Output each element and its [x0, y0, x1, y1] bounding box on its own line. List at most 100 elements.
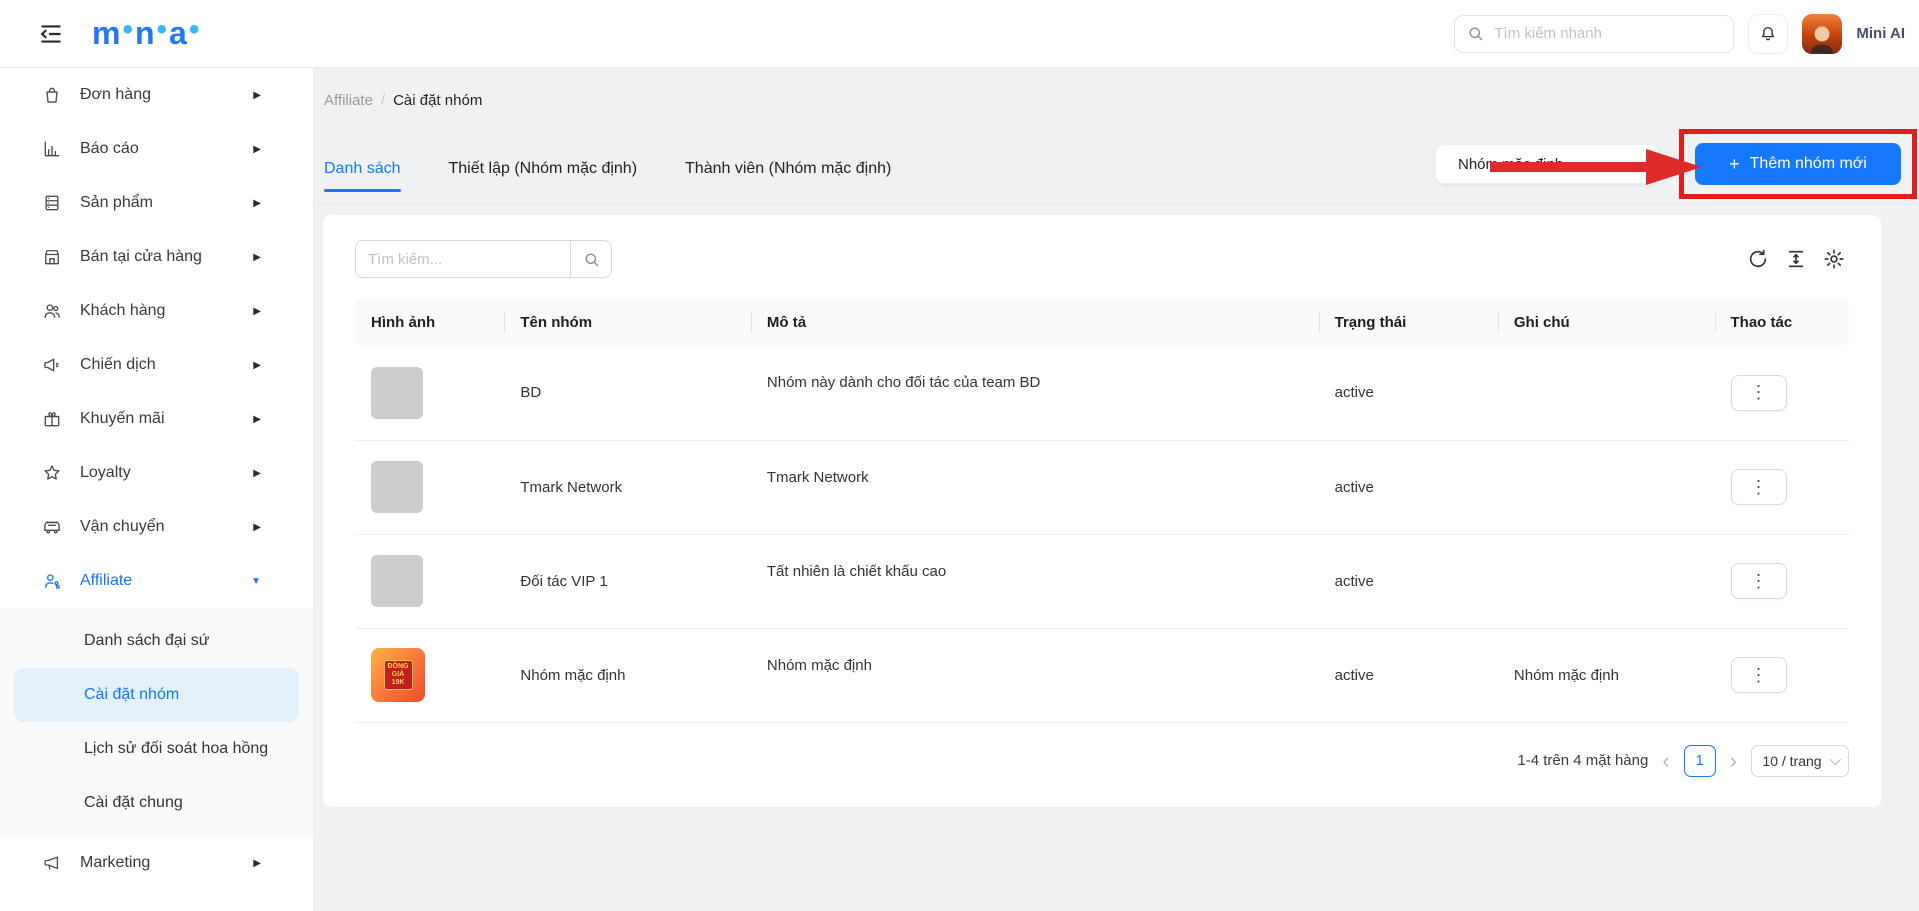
- user-name[interactable]: Mini AI: [1856, 25, 1905, 42]
- group-note: [1498, 440, 1715, 534]
- caret-right-icon: ▶: [253, 360, 261, 371]
- group-note: [1498, 346, 1715, 440]
- caret-down-icon: ▼: [251, 576, 261, 587]
- row-actions-button[interactable]: ⋮: [1731, 469, 1787, 505]
- caret-right-icon: ▶: [253, 522, 261, 533]
- tab-thiet-lap-nhom-mac-dinh[interactable]: Thiết lập (Nhóm mặc định): [449, 146, 638, 192]
- sidebar-item-san-pham[interactable]: Sản phẩm ▶: [0, 176, 313, 230]
- sidebar-item-khach-hang[interactable]: Khách hàng ▶: [0, 284, 313, 338]
- sidebar-item-label: Marketing: [80, 854, 150, 872]
- sidebar-item-label: Khuyến mãi: [80, 410, 165, 428]
- sidebar-subitem-label: Cài đặt chung: [84, 794, 183, 812]
- chevron-down-icon: [1829, 753, 1840, 764]
- groups-table: Hình ảnhTên nhómMô tảTrạng tháiGhi chúTh…: [355, 298, 1849, 723]
- sidebar-item-label: Sản phẩm: [80, 194, 153, 212]
- group-note: Nhóm mặc định: [1498, 628, 1715, 722]
- caret-right-icon: ▶: [253, 90, 261, 101]
- sidebar-item-chien-dich[interactable]: Chiến dịch ▶: [0, 338, 313, 392]
- global-search-input[interactable]: [1494, 25, 1721, 42]
- row-actions-button[interactable]: ⋮: [1731, 563, 1787, 599]
- group-name: BD: [504, 346, 751, 440]
- sidebar-subitem-danh-sach-dai-su[interactable]: Danh sách đại sứ: [0, 614, 313, 668]
- sidebar-subitem-lich-su-doi-soat-hoa-hong[interactable]: Lịch sử đối soát hoa hồng: [0, 722, 313, 776]
- campaign-icon: [42, 355, 62, 375]
- pagination-page-1[interactable]: 1: [1684, 745, 1716, 777]
- caret-right-icon: ▶: [253, 198, 261, 209]
- page-size-select[interactable]: 10 / trang: [1751, 745, 1849, 777]
- user-avatar[interactable]: [1802, 14, 1842, 54]
- group-thumbnail-placeholder: [371, 461, 423, 513]
- sidebar-item-label: Chiến dịch: [80, 356, 156, 374]
- chart-icon: [42, 139, 62, 159]
- group-status: active: [1319, 534, 1498, 628]
- column-header-hinh-anh: Hình ảnh: [355, 298, 504, 346]
- sidebar-item-van-chuyen[interactable]: Vận chuyển ▶: [0, 500, 313, 554]
- table-row: Đối tác VIP 1 Tất nhiên là chiết khấu ca…: [355, 534, 1849, 628]
- sidebar-item-label: Affiliate: [80, 572, 132, 590]
- refresh-icon[interactable]: [1747, 248, 1769, 270]
- row-height-icon[interactable]: [1785, 248, 1807, 270]
- menu-collapse-icon[interactable]: [38, 21, 64, 47]
- group-name: Đối tác VIP 1: [504, 534, 751, 628]
- sidebar-item-ban-tai-cua-hang[interactable]: Bán tại cửa hàng ▶: [0, 230, 313, 284]
- sidebar-subitem-cai-dat-chung[interactable]: Cài đặt chung: [0, 776, 313, 830]
- column-header-ghi-chu: Ghi chú: [1498, 298, 1715, 346]
- group-description: Nhóm này dành cho đối tác của team BD: [767, 374, 1303, 391]
- column-header-ten-nhom: Tên nhóm: [504, 298, 751, 346]
- notifications-button[interactable]: [1748, 14, 1788, 54]
- pagination-summary: 1-4 trên 4 mặt hàng: [1517, 752, 1648, 769]
- search-icon: [583, 251, 600, 268]
- pagination-prev-icon[interactable]: ‹: [1660, 751, 1671, 771]
- settings-gear-icon[interactable]: [1823, 248, 1845, 270]
- tab-danh-sach[interactable]: Danh sách: [324, 146, 401, 192]
- row-actions-button[interactable]: ⋮: [1731, 375, 1787, 411]
- sidebar-subitem-cai-dat-nhom[interactable]: Cài đặt nhóm: [14, 668, 299, 722]
- more-vertical-icon: ⋮: [1750, 382, 1768, 403]
- tab-thanh-vien-nhom-mac-dinh[interactable]: Thành viên (Nhóm mặc định): [685, 146, 891, 192]
- page-size-value: 10 / trang: [1762, 753, 1821, 769]
- plus-icon: +: [1729, 154, 1740, 175]
- global-search: [1454, 15, 1734, 53]
- search-icon: [1467, 25, 1484, 42]
- caret-right-icon: ▶: [253, 252, 261, 263]
- sidebar-item-label: Khách hàng: [80, 302, 165, 320]
- pagination-next-icon[interactable]: ›: [1728, 751, 1739, 771]
- more-vertical-icon: ⋮: [1750, 571, 1768, 592]
- product-icon: [42, 193, 62, 213]
- table-search-button[interactable]: [570, 240, 612, 278]
- sidebar-item-loyalty[interactable]: Loyalty ▶: [0, 446, 313, 500]
- breadcrumb-parent[interactable]: Affiliate: [324, 92, 373, 109]
- customers-icon: [42, 301, 62, 321]
- brand-logo[interactable]: m•n•a•: [92, 15, 201, 52]
- shipping-icon: [42, 517, 62, 537]
- group-thumbnail-promo: ĐỒNG GIÁ 19K: [371, 648, 425, 702]
- gift-icon: [42, 409, 62, 429]
- sidebar-item-affiliate[interactable]: Affiliate ▼: [0, 554, 313, 608]
- group-description: Nhóm mặc định: [767, 657, 1303, 674]
- breadcrumb: Affiliate / Cài đặt nhóm: [324, 92, 482, 109]
- bag-icon: [42, 85, 62, 105]
- store-icon: [42, 247, 62, 267]
- tabs-divider: [314, 203, 1919, 204]
- add-group-button[interactable]: + Thêm nhóm mới: [1695, 143, 1901, 185]
- bell-icon: [1759, 25, 1777, 43]
- table-search-input[interactable]: [355, 240, 570, 278]
- breadcrumb-separator: /: [381, 92, 385, 109]
- sidebar-item-don-hang[interactable]: Đơn hàng ▶: [0, 68, 313, 122]
- affiliate-icon: [42, 571, 62, 591]
- column-header-trang-thai: Trạng thái: [1319, 298, 1498, 346]
- logo-letter: a: [169, 15, 188, 52]
- caret-right-icon: ▶: [253, 468, 261, 479]
- sidebar-subitem-label: Lịch sử đối soát hoa hồng: [84, 740, 268, 758]
- table-row: Tmark Network Tmark Network active ⋮: [355, 440, 1849, 534]
- group-thumbnail-placeholder: [371, 555, 423, 607]
- logo-letter: n: [135, 15, 156, 52]
- group-select-dropdown[interactable]: Nhóm mặc định: [1435, 144, 1659, 184]
- row-actions-button[interactable]: ⋮: [1731, 657, 1787, 693]
- sidebar-item-bao-cao[interactable]: Báo cáo ▶: [0, 122, 313, 176]
- table-row: ĐỒNG GIÁ 19K Nhóm mặc định Nhóm mặc định…: [355, 628, 1849, 722]
- sidebar-item-khuyen-mai[interactable]: Khuyến mãi ▶: [0, 392, 313, 446]
- sidebar-item-marketing[interactable]: Marketing ▶: [0, 836, 313, 890]
- group-description: Tất nhiên là chiết khấu cao: [767, 563, 1303, 580]
- breadcrumb-current: Cài đặt nhóm: [393, 92, 482, 109]
